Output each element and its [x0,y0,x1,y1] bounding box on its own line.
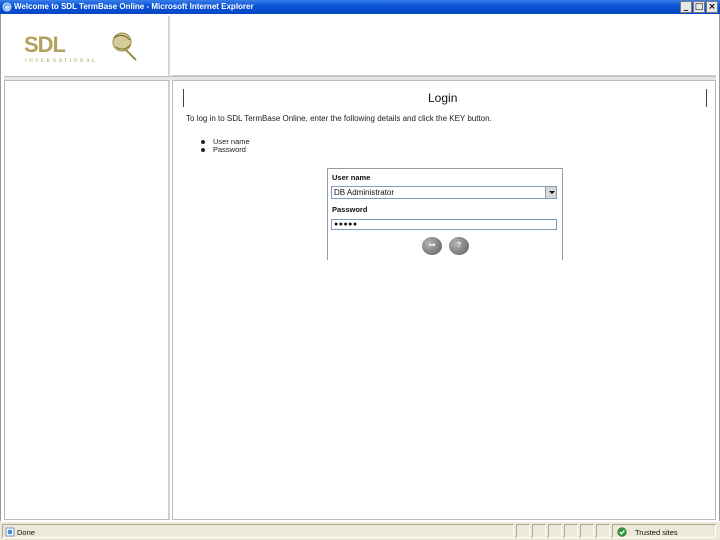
security-zone-pane[interactable]: Trusted sites [612,524,716,538]
status-text: Done [17,528,35,537]
page-title: Login [428,91,458,105]
required-details-list: User name Password [201,138,250,154]
window-controls: _ □ × [680,1,718,13]
maximize-button[interactable]: □ [693,1,705,13]
window-title: Welcome to SDL TermBase Online - Microso… [14,2,254,11]
list-item: Password [201,146,250,154]
status-pane-blank [516,524,530,538]
sdl-logo: SDL INTERNATIONAL [24,32,137,64]
username-label: User name [332,173,371,182]
ie-icon: e [2,2,12,12]
help-icon: ? [456,242,462,249]
status-bar: Done Trusted sites [0,521,720,540]
page-title-bar: Login [183,89,707,107]
header-banner [172,16,716,76]
svg-text:SDL: SDL [24,32,66,57]
main-content-frame: Login To log in to SDL TermBase Online, … [172,80,716,520]
password-field[interactable]: ●●●●● [331,219,557,230]
security-zone-text: Trusted sites [635,528,678,537]
status-pane-blank [548,524,562,538]
status-pane-blank [532,524,546,538]
help-button[interactable]: ? [449,237,469,255]
status-pane: Done [2,524,514,538]
logo-frame: SDL INTERNATIONAL [4,16,170,76]
trusted-sites-icon [617,527,627,537]
page-done-icon [5,527,15,537]
status-pane-blank [596,524,610,538]
status-pane-blank [564,524,578,538]
navigation-frame [4,80,170,520]
password-label: Password [332,205,368,214]
window-titlebar[interactable]: e Welcome to SDL TermBase Online - Micro… [0,0,720,14]
chevron-down-icon[interactable] [545,187,556,198]
key-login-button[interactable]: ⊶ [422,237,442,255]
svg-text:INTERNATIONAL: INTERNATIONAL [25,58,98,64]
svg-text:e: e [5,4,10,12]
username-select[interactable]: DB Administrator [331,186,557,199]
close-button[interactable]: × [706,1,718,13]
username-select-value: DB Administrator [334,188,395,197]
login-instructions: To log in to SDL TermBase Online, enter … [186,114,492,123]
status-pane-blank [580,524,594,538]
login-form: User name DB Administrator Password ●●●●… [327,168,563,260]
minimize-button[interactable]: _ [680,1,692,13]
key-icon: ⊶ [428,242,436,249]
